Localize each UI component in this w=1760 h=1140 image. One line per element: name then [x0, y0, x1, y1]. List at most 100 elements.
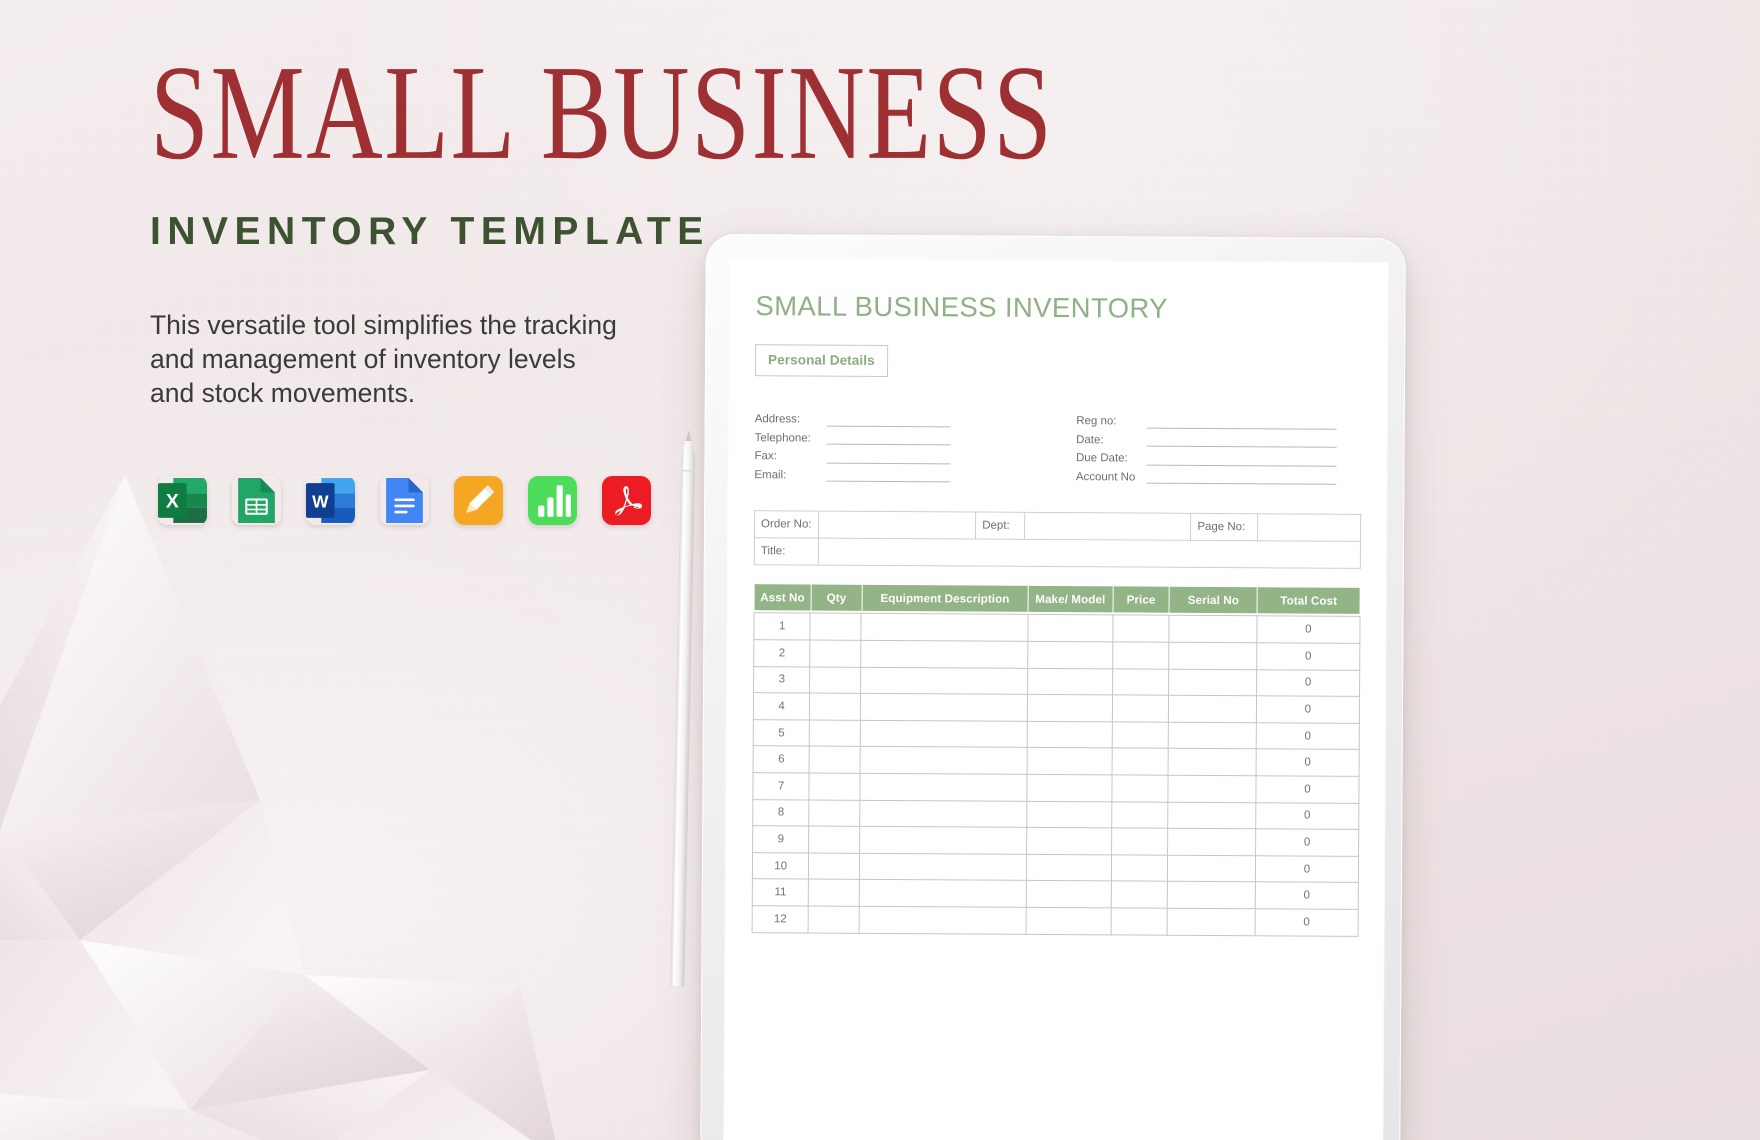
cell-total-cost[interactable]: 0: [1255, 882, 1359, 910]
dept-value[interactable]: [1024, 512, 1191, 541]
cell-price[interactable]: [1110, 881, 1168, 909]
cell-make-model[interactable]: [1026, 827, 1112, 855]
field-input-line[interactable]: [826, 425, 951, 427]
cell-price[interactable]: [1110, 907, 1168, 935]
cell-total-cost[interactable]: 0: [1256, 695, 1360, 724]
cell-price[interactable]: [1112, 668, 1169, 696]
cell-price[interactable]: [1111, 854, 1168, 882]
cell-qty[interactable]: [809, 666, 861, 694]
cell-description[interactable]: [860, 746, 1028, 775]
field-fax[interactable]: Fax:: [754, 447, 1058, 467]
cell-qty[interactable]: [810, 639, 862, 667]
cell-total-cost[interactable]: 0: [1254, 908, 1359, 936]
cell-description[interactable]: [859, 799, 1027, 828]
cell-make-model[interactable]: [1027, 694, 1113, 722]
adobe-pdf-icon[interactable]: [602, 476, 651, 525]
cell-qty[interactable]: [808, 852, 860, 880]
cell-make-model[interactable]: [1026, 800, 1112, 828]
cell-serial-no[interactable]: [1168, 642, 1257, 670]
cell-make-model[interactable]: [1026, 854, 1112, 882]
cell-price[interactable]: [1111, 748, 1169, 776]
field-input-line[interactable]: [826, 443, 951, 446]
field-telephone[interactable]: Telephone:: [755, 429, 1059, 449]
cell-price[interactable]: [1111, 801, 1168, 829]
cell-price[interactable]: [1111, 721, 1169, 749]
cell-qty[interactable]: [809, 719, 861, 747]
field-account-no[interactable]: Account No: [1076, 468, 1362, 488]
microsoft-word-icon[interactable]: W: [306, 476, 355, 525]
cell-make-model[interactable]: [1026, 880, 1112, 908]
cell-total-cost[interactable]: 0: [1255, 749, 1360, 777]
microsoft-excel-icon[interactable]: X: [158, 476, 207, 525]
cell-total-cost[interactable]: 0: [1256, 722, 1360, 750]
cell-description[interactable]: [861, 613, 1028, 642]
cell-description[interactable]: [859, 853, 1027, 881]
cell-serial-no[interactable]: [1168, 695, 1257, 723]
apple-pages-icon[interactable]: [454, 476, 503, 525]
cell-qty[interactable]: [808, 879, 860, 907]
cell-description[interactable]: [859, 906, 1027, 934]
cell-description[interactable]: [860, 720, 1028, 748]
cell-serial-no[interactable]: [1167, 828, 1256, 856]
cell-price[interactable]: [1112, 641, 1169, 669]
cell-make-model[interactable]: [1025, 907, 1111, 935]
cell-serial-no[interactable]: [1168, 748, 1257, 776]
cell-description[interactable]: [860, 666, 1028, 695]
field-input-line[interactable]: [1146, 445, 1337, 448]
cell-serial-no[interactable]: [1167, 908, 1256, 936]
cell-serial-no[interactable]: [1168, 668, 1257, 696]
cell-qty[interactable]: [809, 799, 861, 827]
order-no-value[interactable]: [818, 511, 976, 540]
cell-total-cost[interactable]: 0: [1256, 669, 1360, 697]
cell-qty[interactable]: [810, 613, 862, 641]
cell-price[interactable]: [1111, 774, 1169, 802]
cell-description[interactable]: [859, 826, 1027, 855]
cell-serial-no[interactable]: [1168, 615, 1257, 643]
cell-qty[interactable]: [809, 746, 861, 774]
cell-qty[interactable]: [808, 826, 860, 854]
cell-total-cost[interactable]: 0: [1255, 828, 1359, 857]
cell-description[interactable]: [859, 879, 1027, 908]
field-input-line[interactable]: [1145, 482, 1336, 486]
cell-qty[interactable]: [808, 905, 860, 933]
cell-price[interactable]: [1112, 695, 1169, 722]
cell-total-cost[interactable]: 0: [1256, 642, 1360, 670]
cell-serial-no[interactable]: [1167, 881, 1256, 909]
cell-make-model[interactable]: [1026, 774, 1112, 802]
cell-total-cost[interactable]: 0: [1256, 616, 1361, 644]
field-due-date[interactable]: Due Date:: [1076, 449, 1362, 469]
cell-description[interactable]: [860, 640, 1028, 668]
field-date[interactable]: Date:: [1076, 431, 1362, 451]
cell-make-model[interactable]: [1027, 667, 1113, 696]
cell-description[interactable]: [860, 773, 1027, 801]
cell-make-model[interactable]: [1027, 721, 1113, 749]
cell-total-cost[interactable]: 0: [1255, 802, 1359, 830]
google-docs-icon[interactable]: [380, 476, 429, 525]
cell-serial-no[interactable]: [1168, 721, 1257, 750]
title-value[interactable]: [817, 538, 1361, 569]
field-email[interactable]: Email:: [754, 466, 1058, 486]
google-sheets-icon[interactable]: [232, 476, 281, 525]
field-address[interactable]: Address:: [755, 410, 1059, 430]
cell-serial-no[interactable]: [1167, 775, 1256, 803]
cell-make-model[interactable]: [1027, 641, 1113, 669]
field-reg-no[interactable]: Reg no:: [1076, 412, 1362, 432]
cell-price[interactable]: [1111, 827, 1168, 855]
apple-numbers-icon[interactable]: [528, 476, 577, 525]
cell-serial-no[interactable]: [1167, 854, 1256, 883]
cell-total-cost[interactable]: 0: [1255, 855, 1359, 883]
cell-qty[interactable]: [809, 693, 861, 721]
tablet-screen[interactable]: SMALL BUSINESS INVENTORY Personal Detail…: [723, 258, 1389, 1140]
cell-description[interactable]: [860, 693, 1028, 722]
page-no-value[interactable]: [1257, 514, 1361, 542]
cell-qty[interactable]: [809, 772, 861, 800]
cell-serial-no[interactable]: [1167, 801, 1256, 829]
field-input-line[interactable]: [1146, 427, 1337, 430]
field-input-line[interactable]: [1145, 464, 1336, 467]
cell-make-model[interactable]: [1027, 614, 1113, 642]
cell-make-model[interactable]: [1026, 747, 1112, 775]
field-input-line[interactable]: [826, 462, 951, 465]
cell-price[interactable]: [1112, 615, 1170, 643]
field-input-line[interactable]: [826, 480, 951, 483]
cell-total-cost[interactable]: 0: [1255, 775, 1360, 803]
